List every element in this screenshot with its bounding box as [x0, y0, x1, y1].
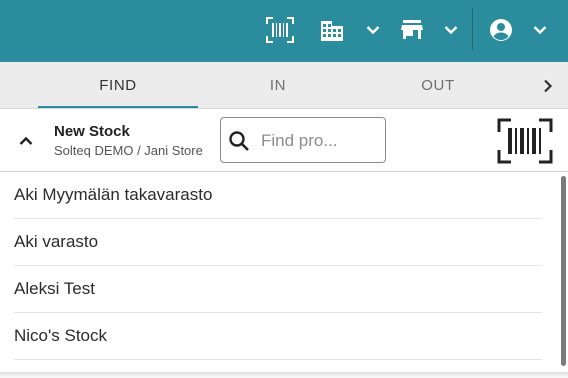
list-item[interactable]: Aki Myymälän takavarasto [14, 172, 542, 219]
search-icon [227, 129, 251, 153]
account-circle-icon[interactable] [487, 16, 515, 44]
tab-bar: FIND IN OUT [0, 62, 568, 109]
active-tab-indicator [38, 106, 198, 108]
chevron-down-icon[interactable] [441, 20, 461, 40]
chevron-right-icon[interactable] [536, 74, 560, 98]
chevron-down-icon[interactable] [363, 20, 383, 40]
store-icon[interactable] [398, 16, 426, 44]
tab-out[interactable]: OUT [358, 62, 518, 108]
stock-list: Aki Myymälän takavarasto Aki varasto Ale… [0, 172, 568, 378]
bottom-edge [0, 372, 568, 378]
tab-in[interactable]: IN [198, 62, 358, 108]
stock-header: New Stock Solteq DEMO / Jani Store [0, 109, 568, 172]
search-field[interactable] [220, 117, 386, 163]
app-bar-divider [472, 8, 473, 50]
business-icon[interactable] [318, 16, 346, 44]
chevron-down-icon[interactable] [530, 20, 550, 40]
list-item[interactable]: Nico's Stock [14, 313, 542, 360]
search-input[interactable] [261, 129, 379, 153]
list-item[interactable]: Aleksi Test [14, 266, 542, 313]
tab-find[interactable]: FIND [38, 62, 198, 108]
app-bar [0, 0, 568, 62]
barcode-scan-icon[interactable] [266, 16, 294, 44]
list-item[interactable]: Aki varasto [14, 219, 542, 266]
barcode-scan-icon[interactable] [496, 117, 554, 165]
chevron-up-icon[interactable] [14, 129, 38, 153]
stock-title: New Stock [54, 123, 130, 140]
scrollbar[interactable] [561, 176, 566, 366]
stock-subtitle: Solteq DEMO / Jani Store [54, 143, 203, 158]
